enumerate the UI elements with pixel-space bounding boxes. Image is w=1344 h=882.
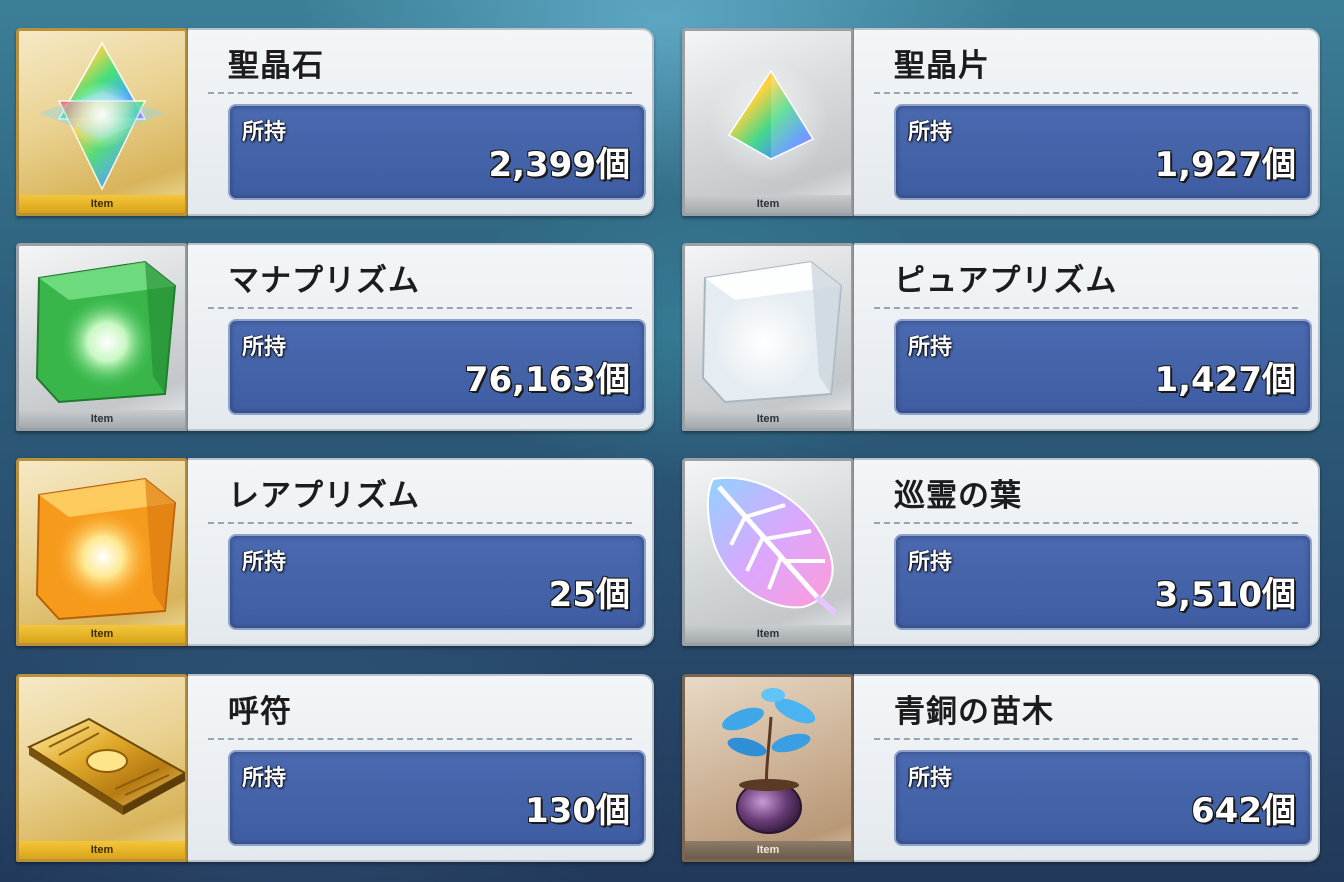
divider	[874, 738, 1298, 740]
item-thumbnail: Item	[682, 243, 854, 431]
item-info-panel: 聖晶石 所持 2,399個	[188, 28, 654, 216]
item-tag: Item	[685, 195, 851, 213]
owned-count-box: 所持 130個	[228, 750, 646, 846]
item-card[interactable]: Item 聖晶片 所持 1,927個	[682, 28, 1320, 216]
owned-count: 1,427個	[1154, 360, 1296, 400]
item-name: 巡霊の葉	[894, 478, 1022, 514]
divider	[208, 307, 632, 309]
item-tag: Item	[19, 410, 185, 428]
pure-prism-icon	[701, 260, 843, 404]
item-tag: Item	[685, 841, 851, 859]
owned-count-box: 所持 1,427個	[894, 319, 1312, 415]
owned-count: 642個	[1191, 791, 1296, 831]
divider	[874, 92, 1298, 94]
owned-label: 所持	[242, 335, 287, 360]
divider	[874, 522, 1298, 524]
owned-label: 所持	[242, 550, 287, 575]
item-card[interactable]: Item 青銅の苗木 所持 642個	[682, 674, 1320, 862]
item-thumbnail: Item	[16, 674, 188, 862]
divider	[208, 738, 632, 740]
item-tag: Item	[685, 625, 851, 643]
spirit-leaf-icon	[706, 476, 837, 616]
item-info-panel: 青銅の苗木 所持 642個	[854, 674, 1320, 862]
rare-prism-icon	[35, 477, 177, 621]
owned-count: 1,927個	[1154, 145, 1296, 185]
mana-prism-icon	[35, 260, 177, 404]
item-name: 青銅の苗木	[894, 694, 1054, 730]
item-tag: Item	[19, 841, 185, 859]
item-tag: Item	[685, 410, 851, 428]
item-card[interactable]: Item 巡霊の葉 所持 3,510個	[682, 458, 1320, 646]
item-thumbnail: Item	[682, 458, 854, 646]
item-name: 呼符	[228, 694, 292, 730]
summon-ticket-icon	[26, 717, 185, 815]
divider	[874, 307, 1298, 309]
owned-count-box: 所持 76,163個	[228, 319, 646, 415]
owned-label: 所持	[242, 766, 287, 791]
owned-count-box: 所持 1,927個	[894, 104, 1312, 200]
owned-label: 所持	[242, 120, 287, 145]
item-card[interactable]: Item 聖晶石 所持 2,399個	[16, 28, 654, 216]
item-info-panel: ピュアプリズム 所持 1,427個	[854, 243, 1320, 431]
item-tag: Item	[19, 195, 185, 213]
item-inventory-grid: Item 聖晶石 所持 2,399個 Item 聖晶片 所持 1,927個 It…	[0, 0, 1344, 882]
owned-count: 3,510個	[1154, 575, 1296, 615]
owned-label: 所持	[908, 335, 953, 360]
owned-count: 76,163個	[464, 360, 630, 400]
item-info-panel: マナプリズム 所持 76,163個	[188, 243, 654, 431]
item-info-panel: レアプリズム 所持 25個	[188, 458, 654, 646]
item-name: ピュアプリズム	[894, 263, 1118, 299]
owned-count: 25個	[548, 575, 630, 615]
owned-count: 2,399個	[488, 145, 630, 185]
item-card[interactable]: Item レアプリズム 所持 25個	[16, 458, 654, 646]
divider	[208, 522, 632, 524]
saint-quartz-icon	[39, 41, 165, 191]
owned-count: 130個	[525, 791, 630, 831]
item-info-panel: 巡霊の葉 所持 3,510個	[854, 458, 1320, 646]
item-name: レアプリズム	[228, 478, 420, 514]
item-thumbnail: Item	[16, 243, 188, 431]
owned-count-box: 所持 25個	[228, 534, 646, 630]
item-info-panel: 呼符 所持 130個	[188, 674, 654, 862]
bronze-sapling-icon	[722, 688, 816, 834]
item-card[interactable]: Item マナプリズム 所持 76,163個	[16, 243, 654, 431]
owned-count-box: 所持 2,399個	[228, 104, 646, 200]
owned-count-box: 所持 3,510個	[894, 534, 1312, 630]
item-card[interactable]: Item ピュアプリズム 所持 1,427個	[682, 243, 1320, 431]
item-thumbnail: Item	[16, 458, 188, 646]
item-thumbnail: Item	[682, 674, 854, 862]
owned-count-box: 所持 642個	[894, 750, 1312, 846]
item-card[interactable]: Item 呼符 所持 130個	[16, 674, 654, 862]
item-info-panel: 聖晶片 所持 1,927個	[854, 28, 1320, 216]
divider	[208, 92, 632, 94]
item-name: 聖晶石	[228, 48, 324, 84]
item-tag: Item	[19, 625, 185, 643]
item-thumbnail: Item	[16, 28, 188, 216]
owned-label: 所持	[908, 120, 953, 145]
item-thumbnail: Item	[682, 28, 854, 216]
item-name: マナプリズム	[228, 263, 420, 299]
item-name: 聖晶片	[894, 48, 990, 84]
owned-label: 所持	[908, 550, 953, 575]
owned-label: 所持	[908, 766, 953, 791]
saint-quartz-fragment-icon	[708, 61, 828, 181]
